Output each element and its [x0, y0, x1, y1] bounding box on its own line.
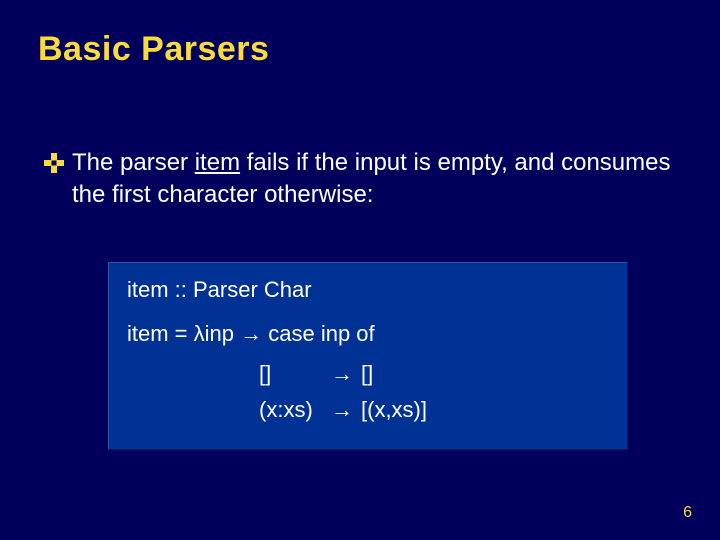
bullet-text: The parser item fails if the input is em… — [72, 147, 682, 212]
code-def-post: case inp of — [262, 321, 375, 346]
code-definition: item = λinp → case inp of — [127, 321, 609, 347]
bullet-item: The parser item fails if the input is em… — [38, 147, 682, 212]
code-def-mid: inp — [205, 321, 240, 346]
case1-lhs: [] — [259, 361, 331, 387]
bullet-text-pre: The parser — [72, 149, 195, 176]
bullet-cross-icon — [44, 153, 64, 173]
case2-rhs: [(x,xs)] — [361, 397, 427, 423]
slide: Basic Parsers The parser item fails if t… — [0, 0, 720, 540]
page-number: 6 — [683, 504, 692, 522]
slide-title: Basic Parsers — [38, 30, 682, 69]
code-type-signature: item :: Parser Char — [127, 277, 609, 303]
code-box: item :: Parser Char item = λinp → case i… — [108, 262, 628, 450]
case-row-2: (x:xs) → [(x,xs)] — [259, 397, 609, 423]
case-row-1: [] → [] — [259, 361, 609, 387]
arrow-symbol: → — [240, 321, 262, 346]
lambda-symbol: λ — [194, 321, 205, 346]
code-def-pre: item = — [127, 321, 194, 346]
case-block: [] → [] (x:xs) → [(x,xs)] — [127, 361, 609, 423]
arrow-symbol: → — [331, 397, 361, 423]
arrow-symbol: → — [331, 361, 361, 387]
bullet-text-underlined: item — [195, 149, 240, 176]
case1-rhs: [] — [361, 361, 373, 387]
case2-lhs: (x:xs) — [259, 397, 331, 423]
